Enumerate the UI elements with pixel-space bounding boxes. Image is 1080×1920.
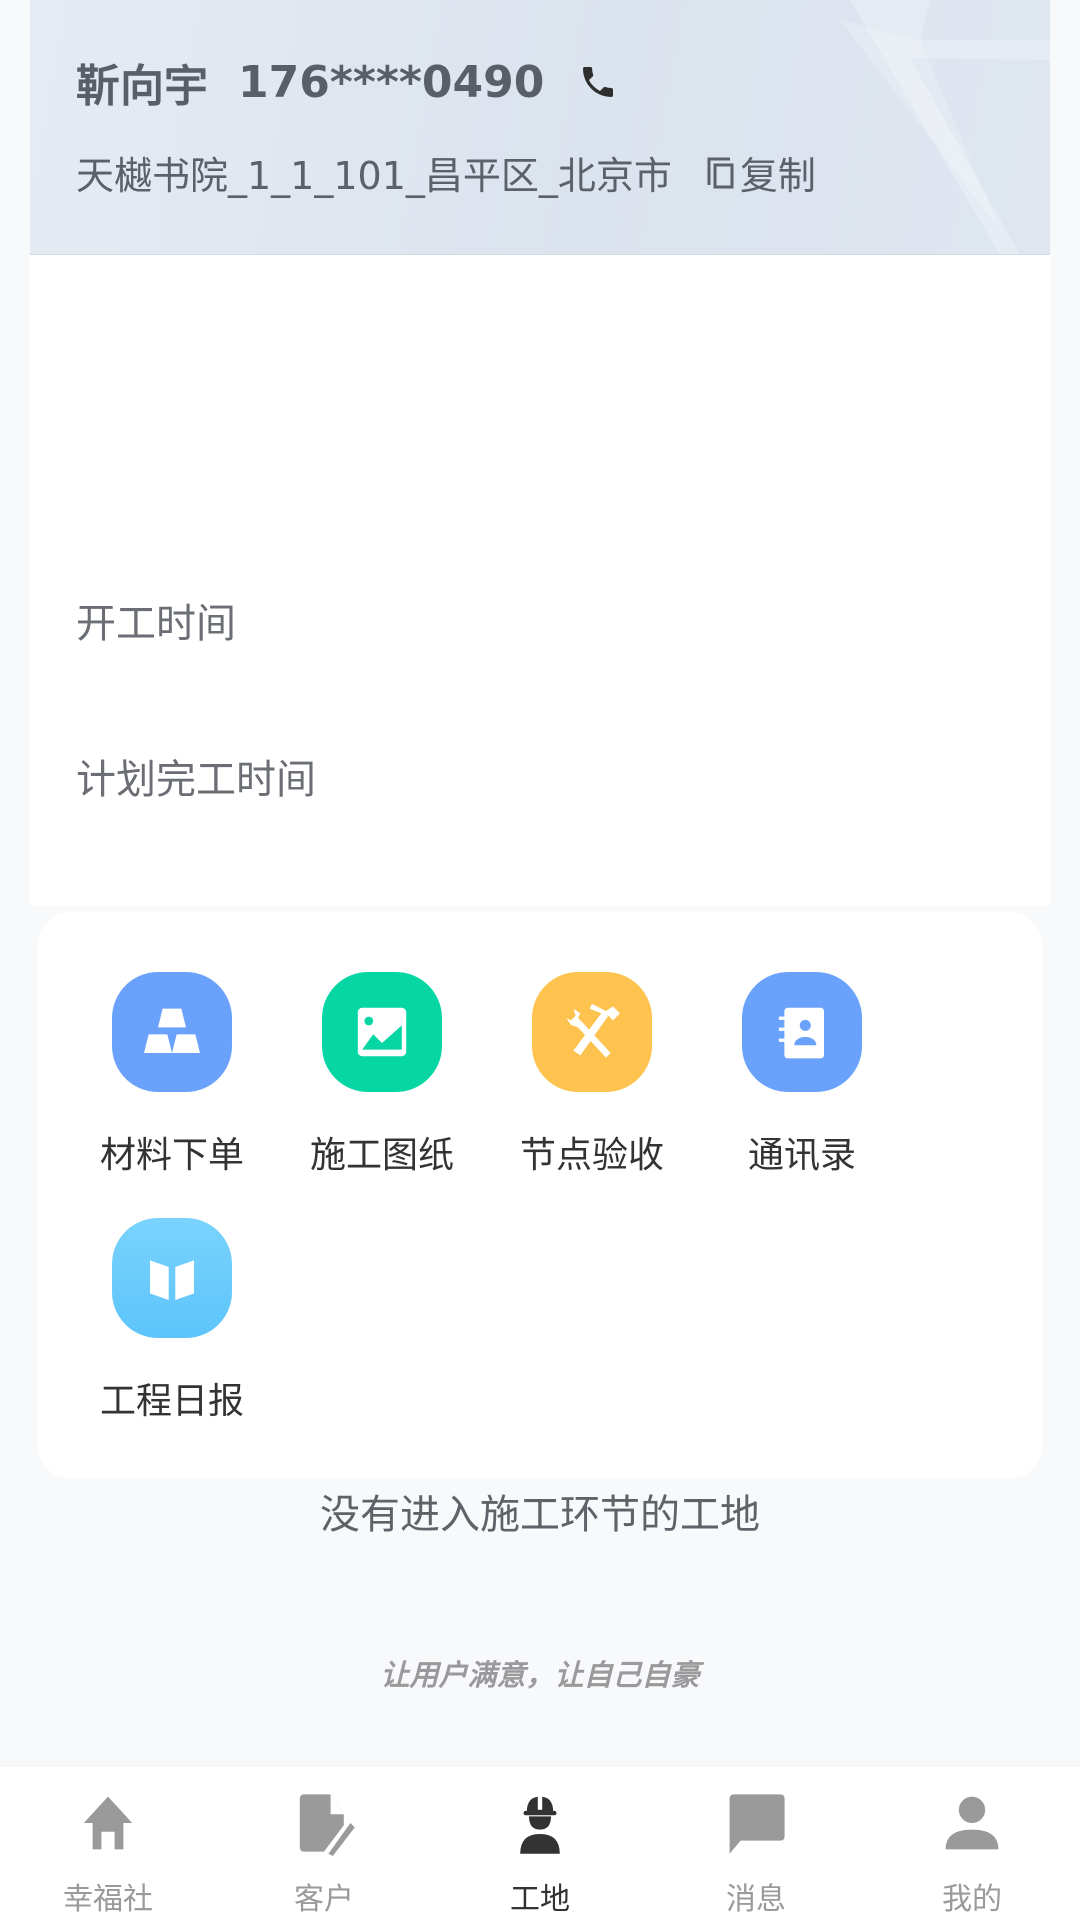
worker-helmet-icon [505,1788,575,1858]
tab-site[interactable]: 工地 [432,1766,648,1920]
site-info-card: 靳向宇 176****0490 天樾书院_1_1_101_昌平区_北京市 复制 [30,0,1050,1115]
document-edit-icon [289,1788,359,1858]
info-row-label: 计划完工时间 [76,757,316,803]
copy-address-button[interactable]: 复制 [706,145,816,200]
decorative-background-icon [840,0,1050,254]
chat-bubble-icon [721,1788,791,1858]
open-book-icon [112,1218,232,1338]
site-page: 靳向宇 176****0490 天樾书院_1_1_101_昌平区_北京市 复制 [0,0,1080,1920]
info-row-start-time: 开工时间 [76,590,1004,650]
info-row-planned-finish: 计划完工时间 [76,746,1004,806]
shortcut-label: 施工图纸 [309,1135,454,1176]
tab-mine[interactable]: 我的 [864,1766,1080,1920]
person-icon [937,1788,1007,1858]
customer-address-row: 天樾书院_1_1_101_昌平区_北京市 复制 [76,145,816,200]
tab-label: 我的 [942,1882,1002,1917]
tab-messages[interactable]: 消息 [648,1766,864,1920]
slogan-text: 让用户满意，让自己自豪 [380,1658,700,1692]
info-row-label: 开工时间 [76,601,236,647]
phone-call-icon[interactable] [578,62,618,102]
customer-phone: 176****0490 [238,56,545,108]
tools-icon [532,972,652,1092]
shortcut-label: 通讯录 [747,1135,856,1176]
customer-name-row: 靳向宇 176****0490 [76,50,618,114]
shortcut-node-acceptance[interactable]: 节点验收 [492,972,692,1178]
copy-icon [707,157,734,188]
tab-customers[interactable]: 客户 [216,1766,432,1920]
image-icon [322,972,442,1092]
customer-header: 靳向宇 176****0490 天樾书院_1_1_101_昌平区_北京市 复制 [30,0,1050,255]
tab-label: 幸福社 [63,1882,153,1917]
bottom-tab-bar: 幸福社 客户 工地 消息 我的 [0,1765,1080,1920]
shortcut-contacts[interactable]: 通讯录 [702,972,902,1178]
customer-name: 靳向宇 [76,61,208,112]
tab-happiness[interactable]: 幸福社 [0,1766,216,1920]
shortcut-label: 工程日报 [99,1381,244,1422]
empty-state-message: 没有进入施工环节的工地 [320,1492,760,1538]
shortcut-daily-report[interactable]: 工程日报 [72,1218,272,1424]
shortcut-grid: 材料下单 施工图纸 节点验收 通讯录 工程日报 [38,912,1042,1478]
customer-address: 天樾书院_1_1_101_昌平区_北京市 [76,154,672,198]
home-icon [73,1788,143,1858]
copy-label: 复制 [739,154,816,198]
shortcut-label: 节点验收 [519,1135,664,1176]
contacts-book-icon [742,972,862,1092]
tab-label: 工地 [510,1882,570,1917]
gold-bars-icon [112,972,232,1092]
shortcut-material-order[interactable]: 材料下单 [72,972,272,1178]
shortcut-drawings[interactable]: 施工图纸 [282,972,482,1178]
tab-label: 消息 [726,1882,786,1917]
shortcut-label: 材料下单 [99,1135,244,1176]
tab-label: 客户 [294,1882,354,1917]
